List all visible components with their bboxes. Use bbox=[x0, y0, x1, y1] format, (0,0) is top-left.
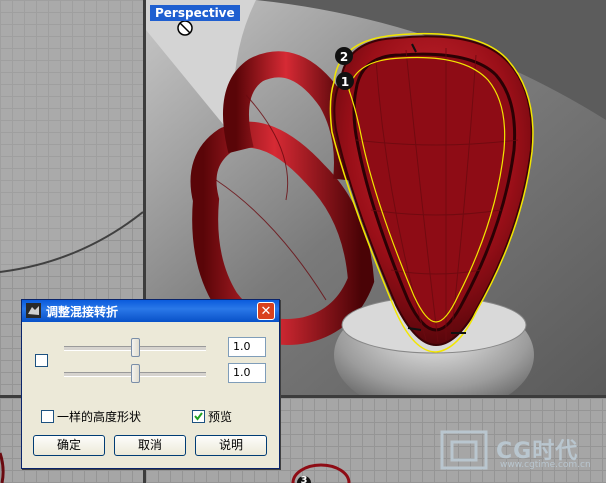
slider-1-value-field[interactable]: 1.0 bbox=[228, 337, 266, 357]
marker-1-label: 1 bbox=[341, 75, 349, 89]
help-button[interactable]: 说明 bbox=[195, 435, 267, 456]
marker-2-label: 2 bbox=[340, 50, 348, 64]
checkmark-icon bbox=[194, 412, 203, 421]
cancel-button[interactable]: 取消 bbox=[114, 435, 186, 456]
link-sliders-checkbox[interactable] bbox=[35, 354, 48, 367]
watermark-url: www.cgtime.com.cn bbox=[500, 460, 591, 470]
adjust-blend-bulge-dialog: 调整混接转折 ✕ 1.0 1.0 一样的高度形状 预览 确定 取消 说明 bbox=[21, 299, 280, 469]
same-height-checkbox[interactable] bbox=[41, 410, 54, 423]
perspective-label[interactable]: Perspective bbox=[150, 5, 240, 21]
dialog-title: 调整混接转折 bbox=[46, 305, 119, 319]
model-silhouette bbox=[0, 0, 143, 270]
marker-3-label: 3 bbox=[301, 475, 308, 483]
preview-label[interactable]: 预览 bbox=[208, 408, 232, 425]
marker-1: 1 bbox=[336, 72, 354, 90]
slider-2-value-field[interactable]: 1.0 bbox=[228, 363, 266, 383]
rhino-app-icon bbox=[26, 303, 41, 318]
same-height-label[interactable]: 一样的高度形状 bbox=[57, 408, 141, 425]
close-button[interactable]: ✕ bbox=[257, 302, 275, 320]
marker-2: 2 bbox=[335, 47, 353, 65]
dialog-titlebar[interactable]: 调整混接转折 ✕ bbox=[22, 300, 279, 322]
slider-1-thumb[interactable] bbox=[130, 338, 140, 357]
cursor-no-icon bbox=[177, 20, 193, 36]
ok-button[interactable]: 确定 bbox=[33, 435, 105, 456]
watermark-logo bbox=[440, 430, 488, 470]
model-fragment bbox=[0, 452, 5, 483]
slider-2-thumb[interactable] bbox=[130, 364, 140, 383]
preview-checkbox[interactable] bbox=[192, 410, 205, 423]
